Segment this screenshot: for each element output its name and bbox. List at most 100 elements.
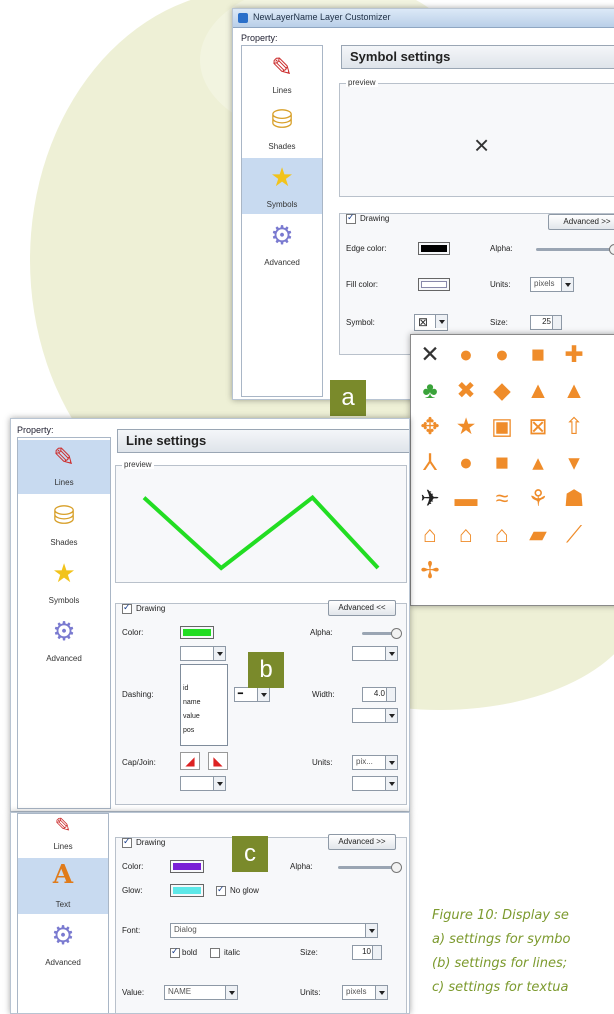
sidebar-item-shades[interactable]: ⛁ Shades bbox=[242, 102, 322, 156]
size-value: 25 bbox=[542, 317, 551, 326]
palette-symbol[interactable]: ✚ bbox=[561, 341, 587, 367]
alpha-attribute-select[interactable] bbox=[352, 646, 398, 661]
drawing-checkbox[interactable] bbox=[122, 836, 132, 848]
advanced-button[interactable]: Advanced >> bbox=[328, 834, 396, 850]
bold-label: bold bbox=[182, 948, 198, 957]
star-icon: ★ bbox=[270, 162, 294, 192]
palette-symbol[interactable]: ● bbox=[453, 449, 479, 475]
fill-color-swatch[interactable] bbox=[418, 278, 450, 291]
italic-checkbox[interactable] bbox=[210, 948, 220, 958]
palette-symbol[interactable]: ● bbox=[453, 341, 479, 367]
advanced-button[interactable]: Advanced >> bbox=[548, 214, 614, 230]
text-color-swatch[interactable] bbox=[170, 860, 204, 873]
units-select[interactable]: pix... bbox=[352, 755, 398, 770]
sidebar-item-label: Lines bbox=[272, 86, 292, 95]
sidebar-item-advanced[interactable]: ⚙ Advanced bbox=[242, 218, 322, 274]
palette-symbol[interactable]: ★ bbox=[453, 413, 479, 439]
drawing-checkbox[interactable] bbox=[122, 602, 132, 614]
width-spinner[interactable]: 4.0 bbox=[362, 687, 396, 702]
spinner-arrows-icon[interactable] bbox=[386, 688, 395, 701]
symbol-select[interactable]: ⊠ bbox=[414, 314, 448, 331]
alpha-slider[interactable] bbox=[362, 628, 402, 639]
dash-pattern-icon: ━ bbox=[238, 689, 243, 698]
alpha-slider[interactable] bbox=[536, 244, 614, 255]
spinner-arrows-icon[interactable] bbox=[552, 316, 561, 329]
window-titlebar[interactable]: NewLayerName Layer Customizer bbox=[233, 9, 614, 28]
size-spinner[interactable]: 25 bbox=[530, 315, 562, 330]
palette-symbol[interactable]: ▲ bbox=[525, 377, 551, 403]
palette-symbol[interactable]: ▣ bbox=[489, 413, 515, 439]
width-attribute-select[interactable] bbox=[352, 708, 398, 723]
badge-c: c bbox=[232, 836, 268, 872]
sidebar-item-text[interactable]: A Text bbox=[18, 858, 108, 914]
palette-symbol[interactable]: ⌂ bbox=[453, 521, 479, 547]
palette-symbol[interactable]: ⇧ bbox=[561, 413, 587, 439]
palette-symbol[interactable]: ⌂ bbox=[417, 521, 443, 547]
palette-symbol[interactable]: ⟋ bbox=[561, 521, 587, 547]
palette-symbol[interactable]: ⌂ bbox=[489, 521, 515, 547]
drawing-checkbox[interactable] bbox=[346, 212, 356, 224]
palette-symbol[interactable]: ☗ bbox=[561, 485, 587, 511]
glow-color-swatch[interactable] bbox=[170, 884, 204, 897]
palette-symbol[interactable]: ▰ bbox=[525, 521, 551, 547]
sidebar-item-lines[interactable]: ✎ Lines bbox=[242, 50, 322, 100]
units-attribute-select[interactable] bbox=[352, 776, 398, 791]
dropdown-option[interactable]: pos bbox=[183, 727, 194, 734]
no-glow-checkbox[interactable] bbox=[216, 884, 226, 896]
attribute-dropdown-list[interactable]: id name value pos bbox=[180, 664, 228, 746]
palette-symbol[interactable]: ≈ bbox=[489, 485, 515, 511]
join-style-icon[interactable]: ◣ bbox=[208, 752, 228, 770]
sidebar-item-symbols[interactable]: ★ Symbols bbox=[18, 556, 110, 610]
palette-symbol[interactable]: ● bbox=[489, 341, 515, 367]
dropdown-option[interactable]: name bbox=[183, 699, 201, 706]
value-value: NAME bbox=[168, 987, 192, 996]
alpha-slider[interactable] bbox=[338, 862, 402, 873]
bold-checkbox[interactable] bbox=[170, 946, 180, 958]
palette-symbol[interactable]: ⚘ bbox=[525, 485, 551, 511]
dashing-select[interactable]: ━ bbox=[234, 687, 270, 702]
palette-symbol[interactable]: ✥ bbox=[417, 413, 443, 439]
palette-symbol[interactable]: ▴ bbox=[525, 449, 551, 475]
units-select[interactable]: pixels bbox=[342, 985, 388, 1000]
spinner-arrows-icon[interactable] bbox=[372, 946, 381, 959]
preview-label: preview bbox=[346, 78, 378, 87]
palette-symbol[interactable]: ✖ bbox=[453, 377, 479, 403]
chevron-down-icon bbox=[561, 278, 573, 291]
edge-color-swatch[interactable] bbox=[418, 242, 450, 255]
advanced-button[interactable]: Advanced << bbox=[328, 600, 396, 616]
line-preview-chart bbox=[142, 494, 380, 571]
units-label: Units: bbox=[312, 758, 333, 767]
color-attribute-select[interactable] bbox=[180, 646, 226, 661]
palette-symbol[interactable]: ♣ bbox=[417, 377, 443, 403]
value-select[interactable]: NAME bbox=[164, 985, 238, 1000]
palette-symbol[interactable]: ▾ bbox=[561, 449, 587, 475]
value-label: Value: bbox=[122, 988, 145, 997]
units-select[interactable]: pixels bbox=[530, 277, 574, 292]
palette-symbol[interactable]: ■ bbox=[489, 449, 515, 475]
palette-symbol[interactable]: ◆ bbox=[489, 377, 515, 403]
palette-symbol[interactable]: ■ bbox=[525, 341, 551, 367]
palette-symbol[interactable]: ✢ bbox=[417, 557, 443, 583]
palette-symbol[interactable]: ⊠ bbox=[525, 413, 551, 439]
dropdown-option[interactable]: id bbox=[183, 685, 188, 692]
palette-symbol[interactable]: ✈ bbox=[417, 485, 443, 511]
font-select[interactable]: Dialog bbox=[170, 923, 378, 938]
sidebar-item-advanced[interactable]: ⚙ Advanced bbox=[18, 918, 108, 974]
cap-attribute-select[interactable] bbox=[180, 776, 226, 791]
glow-label: Glow: bbox=[122, 886, 143, 895]
palette-symbol[interactable]: ⅄ bbox=[417, 449, 443, 475]
cap-style-icon[interactable]: ◢ bbox=[180, 752, 200, 770]
palette-symbol[interactable]: ✕ bbox=[417, 341, 443, 367]
dropdown-option[interactable]: value bbox=[183, 713, 200, 720]
line-settings-window: Property: ✎ Lines ⛁ Shades ★ Symbols ⚙ A… bbox=[10, 418, 410, 812]
size-spinner[interactable]: 10 bbox=[352, 945, 382, 960]
sidebar-item-lines[interactable]: ✎ Lines bbox=[18, 440, 110, 494]
sidebar-item-lines[interactable]: ✎ Lines bbox=[18, 814, 108, 856]
palette-symbol[interactable]: ▲ bbox=[561, 377, 587, 403]
sidebar-item-shades[interactable]: ⛁ Shades bbox=[18, 498, 110, 552]
sidebar-item-symbols[interactable]: ★ Symbols bbox=[242, 158, 322, 214]
line-color-swatch[interactable] bbox=[180, 626, 214, 639]
chevron-down-icon bbox=[435, 315, 447, 328]
palette-symbol[interactable]: ▬ bbox=[453, 485, 479, 511]
sidebar-item-advanced[interactable]: ⚙ Advanced bbox=[18, 614, 110, 670]
